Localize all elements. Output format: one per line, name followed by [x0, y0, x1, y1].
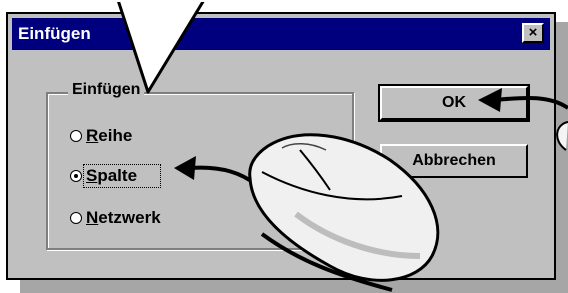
arrow-to-ok-icon — [478, 88, 568, 112]
illustration-overlay — [110, 0, 568, 292]
callout-pointer-icon — [110, 0, 210, 94]
mouse-icon — [248, 133, 440, 292]
hand-fragment-icon — [556, 121, 568, 151]
